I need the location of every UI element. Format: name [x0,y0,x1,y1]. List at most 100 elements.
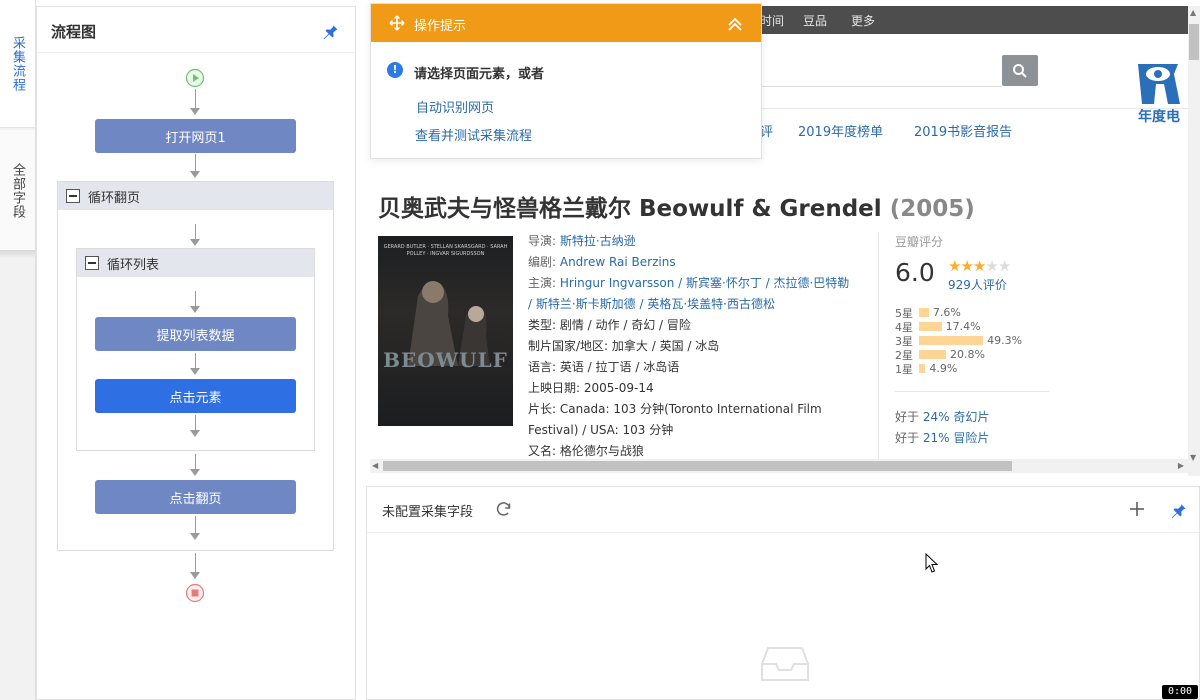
rating-row: 3星 49.3% [895,334,1023,348]
loop-list-box: 循环列表 提取列表数据 点击元素 [76,248,315,451]
nav-link[interactable]: 豆品 [803,12,827,29]
rating-row-label: 1星 [895,362,913,376]
arrow-icon [190,108,200,115]
movie-year: (2005) [889,196,975,222]
rating-votes[interactable]: 929人评价 [948,276,1007,293]
director-line: 导演: 斯特拉·古纳逊 [528,234,636,248]
better-than-line: 好于 21% 冒险片 [895,431,990,445]
add-icon[interactable] [1129,501,1145,517]
step-click-element[interactable]: 点击元素 [95,379,296,413]
arrow-icon [190,430,200,437]
nav-link[interactable]: 时间 [760,12,784,29]
cast-line-2: / 斯特兰·斯卡斯加德 / 英格瓦·埃盖特·西古德松 [528,294,775,315]
rating-pct: 17.4% [945,320,981,333]
arrow-icon [190,239,200,246]
vertical-scrollbar[interactable]: ▲ ▼ [1188,6,1200,476]
search-button[interactable] [1002,55,1038,86]
rating-bar [919,364,926,373]
collapse-icon[interactable] [85,256,99,270]
pin-icon[interactable] [321,22,339,40]
fields-title: 未配置采集字段 [382,505,474,520]
annual-logo[interactable]: 年度电 [1134,58,1186,128]
collapse-icon[interactable] [66,189,80,203]
fields-header: 未配置采集字段 [367,487,1199,533]
rating-bar [919,322,942,331]
rating-label: 豆瓣评分 [895,235,944,249]
rating-pct: 49.3% [987,334,1023,347]
tip-header[interactable]: 操作提示 [371,4,761,42]
star-icon: ★ [948,257,961,275]
flow-header: 流程图 [37,7,355,53]
tab-shadow [0,250,35,258]
nav-link[interactable]: 更多 [851,12,875,29]
search-icon [1013,64,1027,78]
test-flow-link[interactable]: 查看并测试采集流程 [415,125,532,144]
step-open-page[interactable]: 打开网页1 [95,119,296,153]
scroll-down-icon[interactable]: ▼ [1190,453,1196,462]
writer-link[interactable]: Andrew Rai Berzins [560,255,676,269]
operation-tip-panel: 操作提示 ! 请选择页面元素，或者 自动识别网页 查看并测试采集流程 [370,3,762,159]
genre-line: 类型: 剧情 / 动作 / 奇幻 / 冒险 [528,318,691,332]
step-extract-list[interactable]: 提取列表数据 [95,317,296,351]
move-icon[interactable] [389,15,405,31]
side-tab-bar: 采集流程 全部字段 [0,0,36,700]
logo-text: 年度电 [1138,109,1180,125]
star-icon: ★ [960,257,973,275]
cast-line: 主演: Hringur Ingvarsson / 斯宾塞·怀尔丁 / 杰拉德·巴… [528,276,850,290]
scroll-up-icon[interactable]: ▲ [1190,8,1196,17]
better-than-link[interactable]: 24% 奇幻片 [923,410,990,424]
divider [895,391,1049,392]
cast-link[interactable]: / 斯特兰·斯卡斯加德 / 英格瓦·埃盖特·西古德松 [528,297,775,311]
rating-pct: 7.6% [932,306,961,319]
search-input[interactable] [762,86,1002,87]
horizontal-scroll-thumb[interactable] [383,461,1012,471]
tab-all-fields[interactable]: 全部字段 [0,130,35,252]
scroll-left-icon[interactable]: ◀ [372,461,378,470]
rating-bar [919,308,929,317]
rating-bar [919,336,984,345]
category-link[interactable]: 2019书影音报告 [914,121,1012,140]
rating-pct: 20.8% [950,348,985,361]
writer-line: 编剧: Andrew Rai Berzins [528,255,676,269]
refresh-icon[interactable] [495,500,513,518]
flow-title: 流程图 [51,23,97,41]
director-link[interactable]: 斯特拉·古纳逊 [560,234,636,248]
rating-box: 豆瓣评分 6.0 ★★★★★ 929人评价 5星 7.6% 4星 17.4% 3星 49.… [878,232,1050,462]
eye-logo-icon [1138,64,1180,104]
tip-title: 操作提示 [414,19,467,34]
movie-title: 贝奥武夫与怪兽格兰戴尔 Beowulf & Grendel (2005) [378,189,975,223]
poster-title: BEOWULF [383,348,508,372]
vertical-scroll-thumb[interactable] [1189,24,1199,60]
loop-page-header[interactable]: 循环翻页 [58,182,333,210]
runtime-line-2: Festival) / USA: 103 分钟 [528,423,674,437]
rating-score: 6.0 [895,258,935,287]
scroll-right-icon[interactable]: ▶ [1178,461,1184,470]
mouse-cursor-icon [925,553,939,573]
movie-poster[interactable]: GERARD BUTLER · STELLAN SKARSGARD · SARA… [378,236,513,426]
collapse-up-icon[interactable] [727,16,743,32]
connector [195,454,196,470]
connector [195,154,196,172]
tab-collect-flow[interactable]: 采集流程 [0,0,35,128]
pin-icon[interactable] [1169,501,1187,519]
rating-row: 1星 4.9% [895,362,957,376]
category-link[interactable]: 2019年度榜单 [798,121,883,140]
language-line: 语言: 英语 / 拉丁语 / 冰岛语 [528,360,680,374]
rating-row: 2星 20.8% [895,348,985,362]
step-click-next-page[interactable]: 点击翻页 [95,480,296,514]
end-icon [185,583,205,603]
loop-list-label: 循环列表 [107,257,160,273]
region-line: 制片国家/地区: 加拿大 / 英国 / 冰岛 [528,339,720,353]
connector [195,516,196,534]
release-line: 上映日期: 2005-09-14 [528,381,654,395]
rating-stars: ★★★★★ [948,257,1011,275]
loop-page-box: 循环翻页 循环列表 提取列表数据 点击元素 点击翻页 [57,181,334,551]
tip-message: 请选择页面元素，或者 [414,67,545,82]
arrow-icon [190,469,200,476]
arrow-icon [190,368,200,375]
auto-detect-link[interactable]: 自动识别网页 [416,97,494,116]
loop-list-header[interactable]: 循环列表 [77,249,314,277]
star-icon: ★ [972,257,986,275]
cast-link[interactable]: Hringur Ingvarsson / 斯宾塞·怀尔丁 / 杰拉德·巴特勒 [560,276,849,290]
better-than-link[interactable]: 21% 冒险片 [923,431,990,445]
